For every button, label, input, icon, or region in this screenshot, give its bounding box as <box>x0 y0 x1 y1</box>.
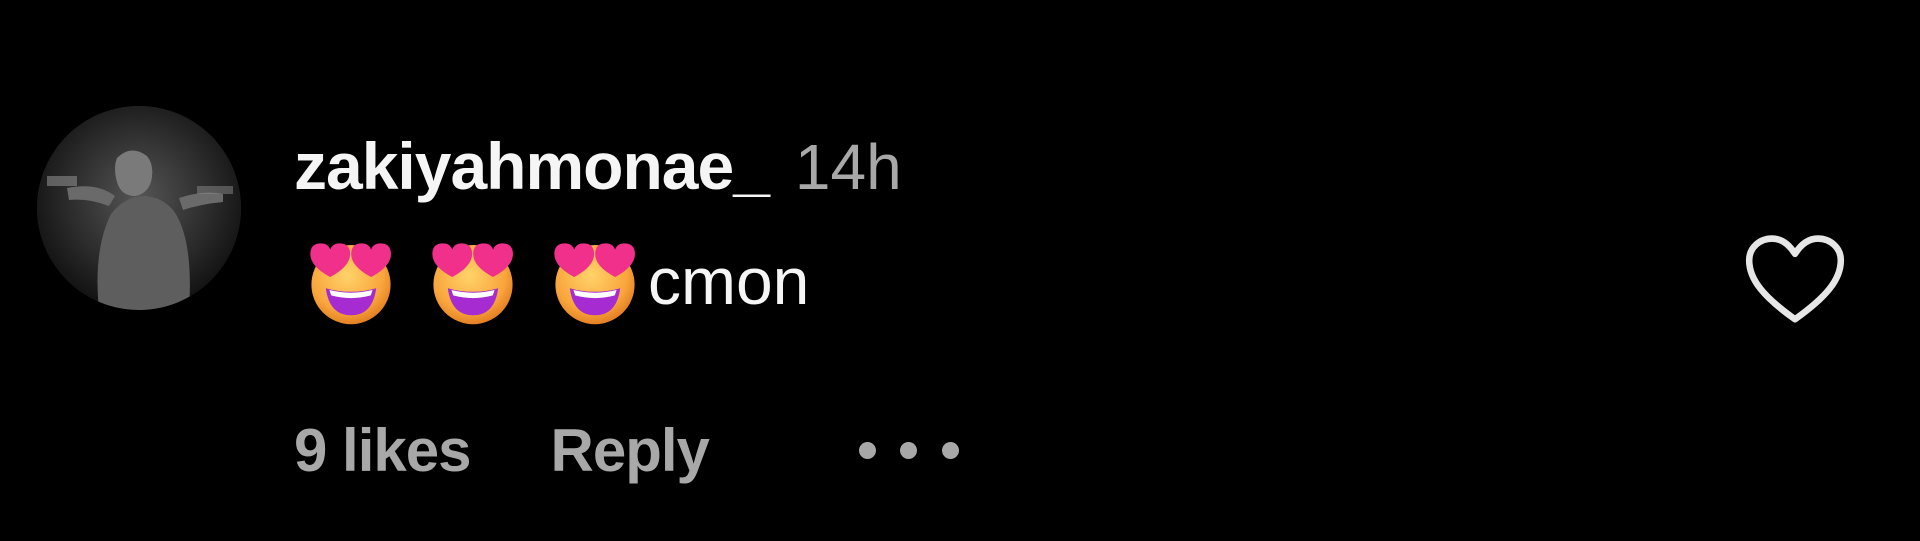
avatar-photo <box>37 106 241 310</box>
username-link[interactable]: zakiyahmonae_ <box>294 128 770 204</box>
heart-eyes-emoji-icon <box>432 243 513 325</box>
comment-timestamp[interactable]: 14h <box>795 130 902 204</box>
comment-text: cmon <box>648 244 810 318</box>
reply-button[interactable]: Reply <box>551 416 710 485</box>
comment-header: zakiyahmonae_ 14h <box>294 128 902 208</box>
heart-eyes-emoji-icon <box>310 243 391 325</box>
comment-body: cmon <box>306 236 809 326</box>
more-horizontal-icon <box>941 441 959 459</box>
like-button[interactable] <box>1742 232 1848 328</box>
more-options-button[interactable] <box>858 435 959 465</box>
heart-eyes-emoji-icon <box>554 243 635 325</box>
comment-actions: 9 likes Reply <box>294 410 959 490</box>
comment-item: zakiyahmonae_ 14h cmon 9 likes Reply <box>0 0 1920 541</box>
heart-outline-icon <box>1745 235 1845 323</box>
avatar[interactable] <box>37 106 241 310</box>
more-horizontal-icon <box>858 441 876 459</box>
more-horizontal-icon <box>900 441 918 459</box>
likes-count-link[interactable]: 9 likes <box>294 416 471 485</box>
